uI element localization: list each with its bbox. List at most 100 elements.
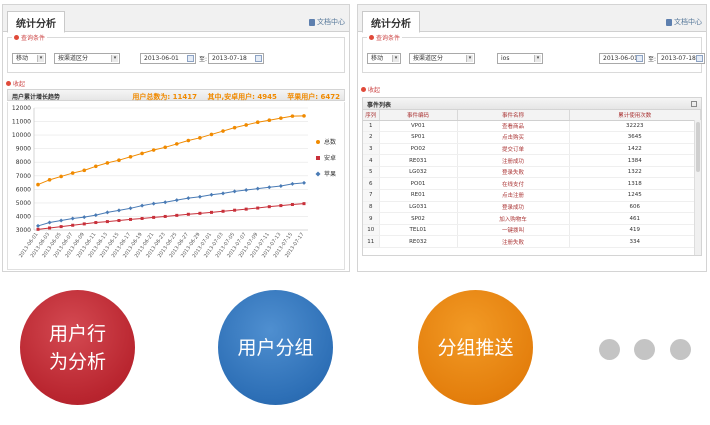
table-row[interactable]: 8 LG031 登录成功 606: [363, 201, 701, 214]
calendar-icon[interactable]: [636, 55, 643, 62]
data-point: [256, 206, 260, 210]
table-row[interactable]: 9 SP02 加入购物车 461: [363, 212, 701, 225]
platform-select-value: 移动: [16, 55, 29, 62]
legend-marker: [315, 171, 321, 177]
table-cell-count: 1245: [569, 189, 701, 202]
platform-select[interactable]: 移动 ▾: [12, 53, 46, 64]
data-point: [117, 158, 121, 162]
table-row[interactable]: 2 SP01 点击购买 3645: [363, 131, 701, 144]
start-date-input[interactable]: 2013-06-01: [140, 53, 196, 64]
data-point: [94, 164, 98, 169]
table-row[interactable]: 1 VP01 查看商品 32223: [363, 120, 701, 133]
legend-marker: [316, 156, 320, 160]
data-point: [36, 182, 40, 187]
tab-bar: 统计分析 文档中心: [358, 5, 706, 33]
data-point: [105, 161, 110, 165]
legend-marker: [316, 140, 320, 144]
feature-group-push[interactable]: 分组推送: [418, 290, 533, 405]
data-point: [140, 151, 144, 156]
data-point: [94, 221, 98, 225]
data-point: [198, 136, 202, 140]
collapse-dot-icon: [6, 81, 11, 86]
table-cell-count: 32223: [569, 120, 701, 133]
table-row[interactable]: 4 RE031 注册成功 1384: [363, 154, 701, 167]
collapse-label: 收起: [368, 87, 381, 94]
event-table-title: 事件列表: [367, 102, 392, 109]
data-point: [151, 148, 156, 152]
table-cell-name: 登录失败: [457, 166, 570, 179]
table-cell-code: RE032: [379, 235, 458, 249]
table-row[interactable]: 10 TEL01 一键拨叫 419: [363, 224, 701, 237]
feature-user-grouping[interactable]: 用户分组: [218, 290, 333, 405]
table-cell-name: 点击注册: [457, 189, 570, 202]
data-point: [116, 208, 121, 213]
channel-select[interactable]: 按渠道区分 ▾: [409, 53, 475, 64]
table-cell-code: LG032: [379, 166, 458, 179]
legend-label: 苹果: [324, 170, 336, 178]
calendar-icon[interactable]: [696, 55, 703, 62]
data-point: [47, 220, 52, 225]
data-point: [302, 202, 306, 206]
calendar-icon[interactable]: [255, 55, 262, 62]
calendar-icon[interactable]: [187, 55, 194, 62]
collapse-dot-icon: [369, 35, 374, 40]
end-date-input[interactable]: 2013-07-18: [657, 53, 705, 64]
scrollbar-thumb[interactable]: [696, 122, 700, 172]
chevron-down-icon: ▾: [111, 55, 118, 62]
data-point: [221, 209, 225, 213]
table-row[interactable]: 5 LG032 登录失败 1322: [363, 166, 701, 179]
start-date-input[interactable]: 2013-06-01: [599, 53, 645, 64]
event-table-header: 事件列表: [362, 97, 702, 110]
os-select[interactable]: ios ▾: [497, 53, 543, 64]
table-cell-count: 3645: [569, 131, 701, 144]
column-header[interactable]: 事件编码: [379, 110, 458, 121]
column-header[interactable]: 事件名称: [457, 110, 570, 121]
platform-select[interactable]: 移动 ▾: [367, 53, 401, 64]
tab-statistics[interactable]: 统计分析: [362, 11, 420, 33]
table-cell-count: 1384: [569, 154, 701, 167]
collapse-toggle[interactable]: 收起: [361, 85, 380, 94]
column-header[interactable]: 累计使用次数: [569, 110, 701, 121]
help-link[interactable]: 文档中心: [309, 17, 345, 27]
table-cell-name: 注册失败: [457, 235, 570, 249]
end-date-value: 2013-07-18: [661, 55, 696, 62]
data-point: [36, 227, 40, 231]
query-conditions: 查询条件 移动 ▾ 按渠道区分 ▾ ios ▾ 2013-06-01 至: 20…: [362, 33, 705, 73]
data-point: [221, 191, 226, 196]
column-header[interactable]: 序列: [363, 110, 380, 121]
table-cell-count: 1322: [569, 166, 701, 179]
event-table: 序列 事件编码 事件名称 累计使用次数 1 VP01 查看商品 32223 2 SP01 点…: [362, 110, 702, 256]
data-point: [59, 218, 64, 223]
data-point: [152, 215, 156, 219]
channel-select[interactable]: 按渠道区分 ▾: [54, 53, 120, 64]
tab-statistics[interactable]: 统计分析: [7, 11, 65, 33]
table-row[interactable]: 11 RE032 注册失败 334: [363, 235, 701, 249]
data-point: [129, 217, 133, 221]
y-tick-label: 12000: [12, 105, 31, 112]
table-cell-name: 一键拨叫: [457, 224, 570, 237]
grid-icon[interactable]: [691, 101, 697, 107]
help-label: 文档中心: [674, 18, 702, 26]
y-tick-label: 11000: [12, 119, 31, 126]
table-row[interactable]: 6 PO01 在线支付 1318: [363, 177, 701, 191]
data-point: [117, 219, 121, 223]
data-point: [48, 226, 52, 230]
table-row[interactable]: 7 RE01 点击注册 1245: [363, 189, 701, 202]
table-cell-count: 334: [569, 235, 701, 249]
stat-android-users: 其中,安卓用户: 4945: [207, 93, 277, 101]
feature-user-behavior-analysis[interactable]: 用户行 为分析: [20, 290, 135, 405]
table-row[interactable]: 3 PO02 提交订单 1422: [363, 143, 701, 156]
data-point: [82, 215, 87, 220]
data-point: [174, 198, 179, 203]
end-date-input[interactable]: 2013-07-18: [208, 53, 264, 64]
data-point: [267, 118, 272, 122]
data-point: [186, 138, 191, 143]
table-cell-idx: 4: [363, 154, 380, 167]
data-point: [186, 212, 190, 216]
y-tick-label: 10000: [12, 132, 31, 139]
data-point: [36, 223, 40, 228]
collapse-toggle[interactable]: 收起: [6, 79, 25, 88]
data-point: [232, 125, 237, 130]
help-link[interactable]: 文档中心: [666, 17, 702, 27]
vertical-scrollbar[interactable]: [694, 120, 701, 255]
